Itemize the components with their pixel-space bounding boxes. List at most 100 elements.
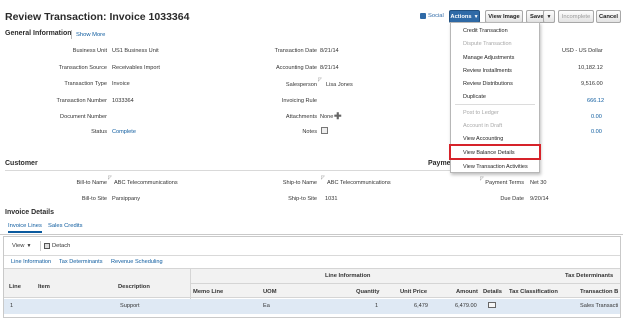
- document-number-label: Document Number: [60, 114, 107, 120]
- customer-title: Customer: [5, 160, 38, 167]
- accounting-date-label: Accounting Date: [275, 65, 317, 71]
- column-header-line[interactable]: Line: [9, 284, 21, 290]
- currency-value: USD - US Dollar: [562, 48, 603, 54]
- cell-amount: 6,479.00: [455, 303, 477, 309]
- menu-item-review-distributions[interactable]: Review Distributions: [451, 77, 539, 90]
- section-divider: [5, 170, 450, 171]
- column-header-transaction-b[interactable]: Transaction B: [580, 289, 618, 295]
- menu-separator: [455, 104, 535, 105]
- chevron-down-icon: ▼: [26, 243, 32, 249]
- column-header-tax-classification[interactable]: Tax Classification: [509, 289, 558, 295]
- status-value[interactable]: Complete: [112, 129, 136, 135]
- group-tax-determinants: Tax Determinants: [565, 273, 614, 279]
- detach-label: Detach: [52, 243, 71, 249]
- social-label: Social: [428, 13, 444, 19]
- cell-description: Support: [120, 303, 140, 309]
- cell-quantity: 1: [375, 303, 379, 309]
- social-link[interactable]: Social: [420, 13, 444, 19]
- subtab-line-information[interactable]: Line Information: [11, 259, 51, 265]
- general-information-title: General Information: [5, 30, 72, 37]
- amount-link[interactable]: 666.12: [587, 98, 604, 104]
- required-indicator-icon: ◸: [318, 77, 322, 83]
- divider: [4, 255, 620, 256]
- transaction-type-value: Invoice: [112, 81, 130, 87]
- status-label: Status: [91, 129, 107, 135]
- notes-label: Notes: [302, 129, 317, 135]
- cell-uom: Ea: [263, 303, 270, 309]
- column-header-description[interactable]: Description: [118, 284, 150, 290]
- ship-to-site-value: 1031: [325, 196, 338, 202]
- incomplete-button[interactable]: Incomplete: [558, 10, 594, 23]
- payment-title: Payme: [428, 160, 451, 167]
- amount-link[interactable]: 0.00: [591, 114, 602, 120]
- column-header-memo-line[interactable]: Memo Line: [193, 289, 223, 295]
- toolbar-divider: [40, 241, 41, 251]
- detach-icon: [44, 243, 50, 249]
- chevron-down-icon: ▼: [546, 13, 552, 20]
- menu-item-view-transaction-activities[interactable]: View Transaction Activities: [451, 160, 539, 173]
- detach-button[interactable]: Detach: [44, 243, 70, 249]
- amount-value: 10,182.12: [578, 65, 603, 71]
- attachments-value: None: [320, 114, 334, 120]
- due-date-label: Due Date: [500, 196, 524, 202]
- ship-to-site-label: Ship-to Site: [288, 196, 317, 202]
- cancel-button[interactable]: Cancel: [596, 10, 621, 23]
- save-dropdown-button[interactable]: ▼: [543, 10, 555, 23]
- ship-to-name-label: Ship-to Name: [282, 180, 317, 186]
- add-attachment-icon[interactable]: ✚: [334, 111, 342, 122]
- menu-item-dispute-transaction: Dispute Transaction: [463, 40, 512, 47]
- notes-icon[interactable]: [321, 127, 328, 134]
- menu-item-manage-adjustments[interactable]: Manage Adjustments: [451, 51, 539, 64]
- highlight-box: [449, 144, 541, 160]
- menu-item-post-to-ledger: Post to Ledger: [463, 109, 499, 116]
- cell-unit-price: 6,479: [414, 303, 428, 309]
- subtab-revenue-scheduling[interactable]: Revenue Scheduling: [111, 259, 163, 265]
- menu-item-account-in-draft: Account in Draft: [463, 122, 503, 129]
- business-unit-label: Business Unit: [72, 48, 107, 54]
- column-header-details[interactable]: Details: [483, 289, 502, 295]
- group-line-information: Line Information: [325, 273, 371, 279]
- column-header-item[interactable]: Item: [38, 284, 50, 290]
- save-label: Save: [530, 13, 544, 20]
- details-icon[interactable]: [488, 302, 496, 308]
- table-row[interactable]: [4, 299, 620, 314]
- bill-to-site-value: Parsippany: [112, 196, 140, 202]
- tab-invoice-lines[interactable]: Invoice Lines: [8, 223, 42, 233]
- bill-to-site-label: Bill-to Site: [81, 196, 107, 202]
- salesperson-value: Lisa Jones: [326, 82, 353, 88]
- actions-label: Actions: [450, 13, 472, 20]
- chevron-down-icon: ▼: [473, 13, 479, 20]
- invoicing-rule-label: Invoicing Rule: [281, 98, 317, 104]
- subtab-tax-determinants[interactable]: Tax Determinants: [59, 259, 103, 265]
- required-indicator-icon: ◸: [321, 175, 325, 181]
- view-label: View: [12, 243, 25, 249]
- cell-transaction-b: Sales Transacti: [580, 303, 619, 309]
- transaction-source-label: Transaction Source: [58, 65, 107, 71]
- transaction-number-label: Transaction Number: [56, 98, 107, 104]
- column-header-uom[interactable]: UOM: [263, 289, 277, 295]
- attachments-label: Attachments: [285, 114, 317, 120]
- bill-to-name-label: Bill-to Name: [76, 180, 107, 186]
- divider: [71, 30, 72, 39]
- bill-to-name-value: ABC Telecommunications: [114, 180, 178, 186]
- tab-bar: [0, 221, 623, 235]
- invoice-details-title: Invoice Details: [5, 209, 55, 216]
- transaction-date-label: Transaction Date: [274, 48, 317, 54]
- salesperson-label: Salesperson: [285, 82, 317, 88]
- transaction-source-value: Receivables Import: [112, 65, 160, 71]
- menu-item-credit-transaction[interactable]: Credit Transaction: [451, 24, 539, 37]
- view-menu[interactable]: View ▼: [12, 243, 31, 249]
- cell-line: 1: [10, 303, 14, 309]
- menu-item-review-installments[interactable]: Review Installments: [451, 64, 539, 77]
- required-indicator-icon: ◸: [108, 175, 112, 181]
- column-header-quantity[interactable]: Quantity: [356, 289, 380, 295]
- column-header-amount[interactable]: Amount: [456, 289, 478, 295]
- menu-item-duplicate[interactable]: Duplicate: [451, 90, 539, 103]
- transaction-type-label: Transaction Type: [64, 81, 107, 87]
- tab-sales-credits[interactable]: Sales Credits: [48, 223, 82, 229]
- payment-terms-label: Payment Terms: [485, 180, 524, 186]
- business-unit-value: US1 Business Unit: [112, 48, 159, 54]
- column-header-unit-price[interactable]: Unit Price: [400, 289, 427, 295]
- show-more-link[interactable]: Show More: [76, 32, 105, 38]
- amount-link[interactable]: 0.00: [591, 129, 602, 135]
